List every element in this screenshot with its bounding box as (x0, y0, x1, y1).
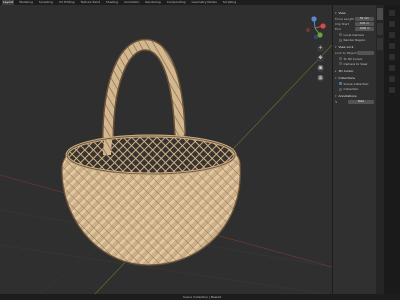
scene-properties-icon[interactable] (389, 43, 395, 49)
lock-to-object-row: Lock to Object (335, 51, 374, 56)
expand-icon: ▾ (335, 45, 337, 50)
sidebar-tab-item[interactable] (377, 38, 383, 50)
pan-icon[interactable]: ✥ (317, 55, 324, 62)
checkbox-box (339, 38, 342, 42)
annotations-row: ✎ Note (335, 100, 374, 105)
modifier-properties-icon[interactable] (389, 76, 395, 82)
tool-properties-icon[interactable] (389, 10, 395, 16)
render-properties-icon[interactable] (389, 21, 395, 27)
status-bar: Scene Collection | Basket (0, 294, 400, 300)
3d-viewport[interactable]: + ✥ ▣ ▦ (0, 5, 332, 294)
navigation-gizmo[interactable] (302, 15, 328, 41)
render-region-checkbox[interactable]: Render Region (339, 38, 374, 42)
n-panel-sidebar: ▾ View Focal Length 50 mm Clip Start 0.0… (332, 5, 376, 294)
clip-end-row: End 1000 m (335, 27, 374, 32)
sidebar-tab-column (376, 5, 384, 294)
checkbox-box (339, 33, 342, 37)
collection-icon (339, 82, 342, 86)
lock-object-field[interactable] (356, 51, 374, 56)
output-properties-icon[interactable] (389, 32, 395, 38)
camera-icon[interactable]: ▣ (317, 65, 324, 72)
view-panel-header[interactable]: ▾ View (335, 11, 374, 15)
expand-icon: ▾ (335, 94, 337, 99)
handle-front-overlap (103, 139, 112, 156)
world-properties-icon[interactable] (389, 54, 395, 60)
zoom-icon[interactable]: + (317, 45, 324, 52)
expand-icon: ▾ (335, 75, 337, 80)
collection-icon (339, 87, 342, 91)
basket-handle (102, 38, 186, 146)
clip-end-field[interactable]: 1000 m (355, 27, 374, 32)
status-text: Scene Collection | Basket (183, 295, 221, 299)
collection-item[interactable]: Collection (339, 87, 374, 91)
local-camera-checkbox[interactable]: Local Camera (339, 33, 374, 37)
annotations-panel-header[interactable]: ▾ Annotations (335, 94, 374, 98)
view-navigation-tools: + ✥ ▣ ▦ (317, 45, 324, 82)
sidebar-tab-tool[interactable] (377, 23, 383, 35)
focal-length-row: Focal Length 50 mm (335, 17, 374, 21)
viewport-scene (0, 38, 332, 294)
3d-cursor-panel-header[interactable]: ▸ 3D Cursor (335, 69, 374, 73)
clip-start-row: Clip Start 0.01 m (335, 22, 374, 27)
collapsed-icon: ▸ (335, 68, 337, 73)
annotations-layer-field[interactable]: Note (348, 100, 374, 105)
clip-start-field[interactable]: 0.01 m (355, 22, 374, 27)
collections-panel-header[interactable]: ▾ Collections (335, 76, 374, 80)
camera-to-view-checkbox[interactable]: Camera to View (339, 62, 374, 66)
to-3d-cursor-checkbox[interactable]: To 3D Cursor (339, 57, 374, 61)
checkbox-box (339, 62, 342, 66)
checkbox-box (339, 57, 342, 61)
basket-opening (65, 134, 237, 176)
object-properties-icon[interactable] (389, 65, 395, 71)
properties-editor-strip (384, 5, 400, 294)
grid-icon[interactable]: ▦ (317, 75, 324, 82)
expand-icon: ▾ (335, 11, 337, 15)
scene-collection-item[interactable]: Scene Collection (339, 82, 374, 86)
pencil-icon: ✎ (335, 100, 338, 105)
focal-length-field[interactable]: 50 mm (355, 17, 374, 21)
material-properties-icon[interactable] (389, 87, 395, 93)
sidebar-tab-view[interactable] (377, 8, 383, 20)
view-lock-panel-header[interactable]: ▾ View Lock (335, 45, 374, 49)
